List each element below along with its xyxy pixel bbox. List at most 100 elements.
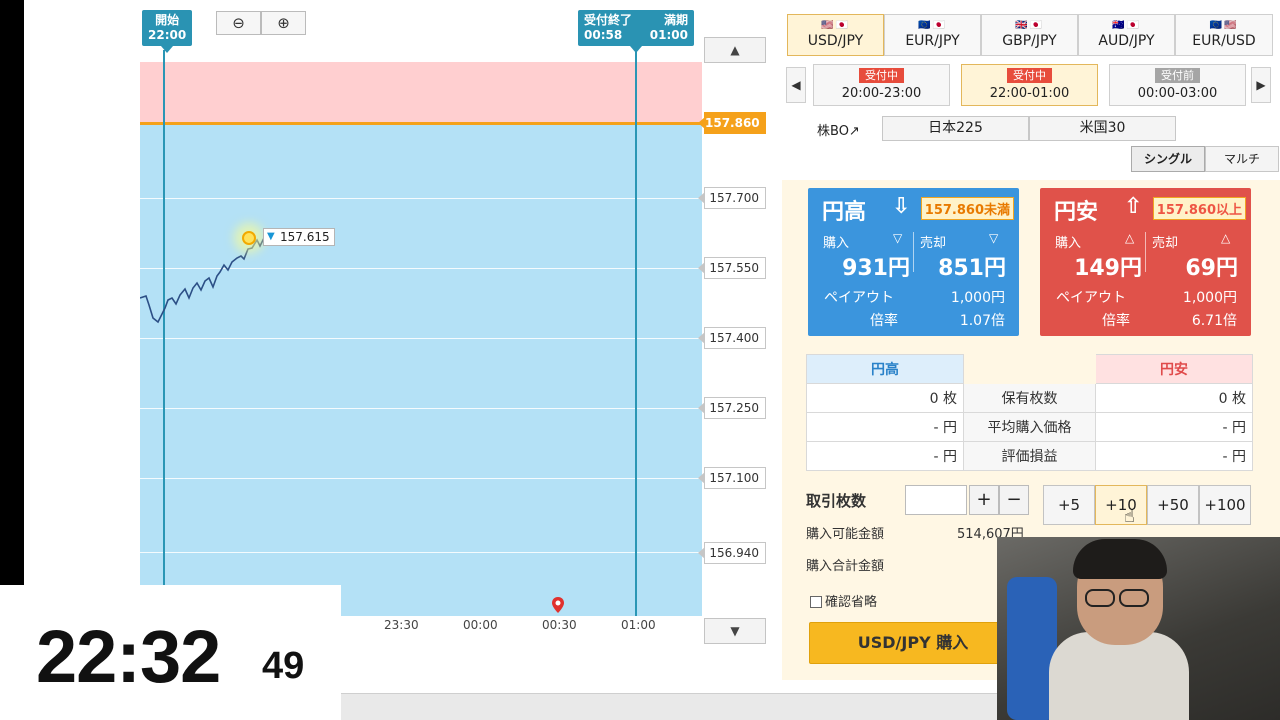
quantity-label: 取引枚数: [806, 492, 867, 510]
session-option[interactable]: 受付中 20:00-23:00: [813, 64, 950, 106]
triangle-right-icon: ▶: [1256, 78, 1266, 92]
x-axis-tick: 00:00: [463, 618, 498, 632]
triangle-left-icon: ◀: [791, 78, 801, 92]
price-line-chart: [140, 231, 272, 324]
tab-eur-jpy[interactable]: 🇪🇺🇯🇵 EUR/JPY: [884, 14, 981, 56]
hand-cursor-icon: ☝: [1124, 506, 1135, 527]
triangle-up-icon: △: [1125, 231, 1135, 245]
header-blank: [964, 355, 1096, 384]
row-label: 評価損益: [963, 441, 1096, 471]
card-divider: [913, 232, 914, 272]
stock-bo-link[interactable]: 株BO↗: [817, 120, 860, 139]
scroll-down-button[interactable]: ▼: [704, 618, 766, 644]
yen-high-card[interactable]: 円高 ⇩ 157.860未満 購入 ▽ 売却 ▽ 931円 851円 ペイアウト…: [808, 188, 1019, 336]
tab-aud-jpy[interactable]: 🇦🇺🇯🇵 AUD/JPY: [1078, 14, 1175, 56]
tab-gbp-jpy[interactable]: 🇬🇧🇯🇵 GBP/JPY: [981, 14, 1078, 56]
sell-price: 851円: [938, 256, 1006, 281]
payout-label: ペイアウト: [1056, 290, 1126, 306]
buy-label: 購入: [1055, 236, 1082, 251]
single-mode-button[interactable]: シングル: [1131, 146, 1205, 172]
session-option-selected[interactable]: 受付中 22:00-01:00: [961, 64, 1098, 106]
map-pin-icon: [552, 597, 564, 613]
clock-time: 22:32: [36, 615, 221, 698]
checkbox-icon[interactable]: [810, 596, 822, 608]
arrow-down-icon: ⇩: [892, 194, 911, 219]
triangle-up-icon: ▲: [730, 43, 740, 57]
cell-down-value: - 円: [1095, 441, 1253, 471]
arrow-up-icon: ⇧: [1124, 194, 1143, 219]
price-series-line: [140, 231, 272, 324]
close-flag-label: 受付終了: [584, 13, 633, 27]
pair-label: AUD/JPY: [1098, 33, 1155, 49]
holdings-table: 円高 円安 0 枚 保有枚数 0 枚 - 円 平均購入価格 - 円 - 円 評価…: [806, 354, 1253, 471]
quantity-minus-button[interactable]: −: [999, 485, 1029, 515]
skip-confirm-label: 確認省略: [825, 595, 878, 610]
yen-low-card[interactable]: 円安 ⇧ 157.860以上 購入 △ 売却 △ 149円 69円 ペイアウト …: [1040, 188, 1251, 336]
current-price-label: 157.615: [263, 228, 335, 246]
ratio-label: 倍率: [1102, 313, 1130, 329]
expiry-flag-label: 満期: [663, 13, 688, 27]
pair-label: EUR/USD: [1192, 33, 1256, 49]
person-body: [1049, 632, 1189, 720]
strike-condition: 157.860未満: [920, 197, 1014, 220]
add-5-button[interactable]: +5: [1043, 485, 1095, 525]
glasses-right: [1119, 589, 1149, 607]
available-amount-label: 購入可能金額: [806, 527, 885, 542]
row-label: 平均購入価格: [963, 412, 1096, 442]
add-50-button[interactable]: +50: [1147, 485, 1199, 525]
left-black-strip: [0, 0, 24, 585]
quantity-plus-button[interactable]: +: [969, 485, 999, 515]
scroll-up-button[interactable]: ▲: [704, 37, 766, 63]
table-row: - 円 評価損益 - 円: [806, 441, 1253, 471]
cell-up-value: - 円: [806, 412, 964, 442]
zoom-in-button[interactable]: ⊕: [261, 11, 306, 35]
table-row: - 円 平均購入価格 - 円: [806, 412, 1253, 442]
pair-label: GBP/JPY: [1002, 33, 1057, 49]
card-title: 円高: [822, 200, 867, 225]
x-axis-tick: 23:30: [384, 618, 419, 632]
table-row: 円高 円安: [806, 354, 1253, 384]
skip-confirm-checkbox[interactable]: 確認省略: [810, 591, 877, 610]
buy-price: 931円: [842, 256, 910, 281]
pair-label: EUR/JPY: [905, 33, 960, 49]
us30-button[interactable]: 米国30: [1029, 116, 1176, 141]
card-divider: [1145, 232, 1146, 272]
triangle-down-icon: ▼: [730, 624, 740, 638]
tab-eur-usd[interactable]: 🇪🇺🇺🇸 EUR/USD: [1175, 14, 1273, 56]
cell-up-value: - 円: [806, 441, 964, 471]
multi-mode-button[interactable]: マルチ: [1205, 146, 1279, 172]
sell-label: 売却: [920, 236, 947, 251]
session-time: 22:00-01:00: [989, 86, 1070, 101]
tab-usd-jpy[interactable]: 🇺🇸🇯🇵 USD/JPY: [787, 14, 884, 56]
add-100-button[interactable]: +100: [1199, 485, 1251, 525]
session-option[interactable]: 受付前 00:00-03:00: [1109, 64, 1246, 106]
zoom-out-button[interactable]: ⊖: [216, 11, 261, 35]
cell-down-value: 0 枚: [1095, 383, 1253, 413]
strike-condition: 157.860以上: [1152, 197, 1246, 220]
flag-icon: 🇪🇺🇺🇸: [1209, 20, 1239, 31]
session-status-badge: 受付中: [859, 68, 904, 83]
nikkei225-button[interactable]: 日本225: [882, 116, 1029, 141]
add-10-button[interactable]: +10: [1095, 485, 1147, 525]
table-row: 0 枚 保有枚数 0 枚: [806, 383, 1253, 413]
buy-button[interactable]: USD/JPY 購入: [809, 622, 1017, 664]
flag-icon: 🇺🇸🇯🇵: [821, 20, 850, 31]
pair-label: USD/JPY: [807, 33, 864, 49]
start-flag-label: 開始: [155, 13, 180, 27]
current-price-dot: [242, 231, 256, 245]
total-amount-label: 購入合計金額: [806, 559, 885, 574]
zoom-in-icon: ⊕: [277, 14, 290, 32]
quantity-input[interactable]: [905, 485, 967, 515]
x-axis-tick: 01:00: [621, 618, 656, 632]
price-axis-label: 157.100: [698, 467, 766, 489]
price-axis-label: 157.250: [698, 397, 766, 419]
row-label: 保有枚数: [963, 383, 1096, 413]
payout-value: 1,000円: [1182, 290, 1237, 306]
person-hair: [1073, 539, 1167, 579]
buy-price: 149円: [1074, 256, 1142, 281]
card-title: 円安: [1054, 200, 1099, 225]
session-next-button[interactable]: ▶: [1251, 67, 1271, 103]
triangle-down-icon: ▽: [893, 231, 903, 245]
session-prev-button[interactable]: ◀: [786, 67, 806, 103]
session-status-badge: 受付前: [1155, 68, 1200, 83]
